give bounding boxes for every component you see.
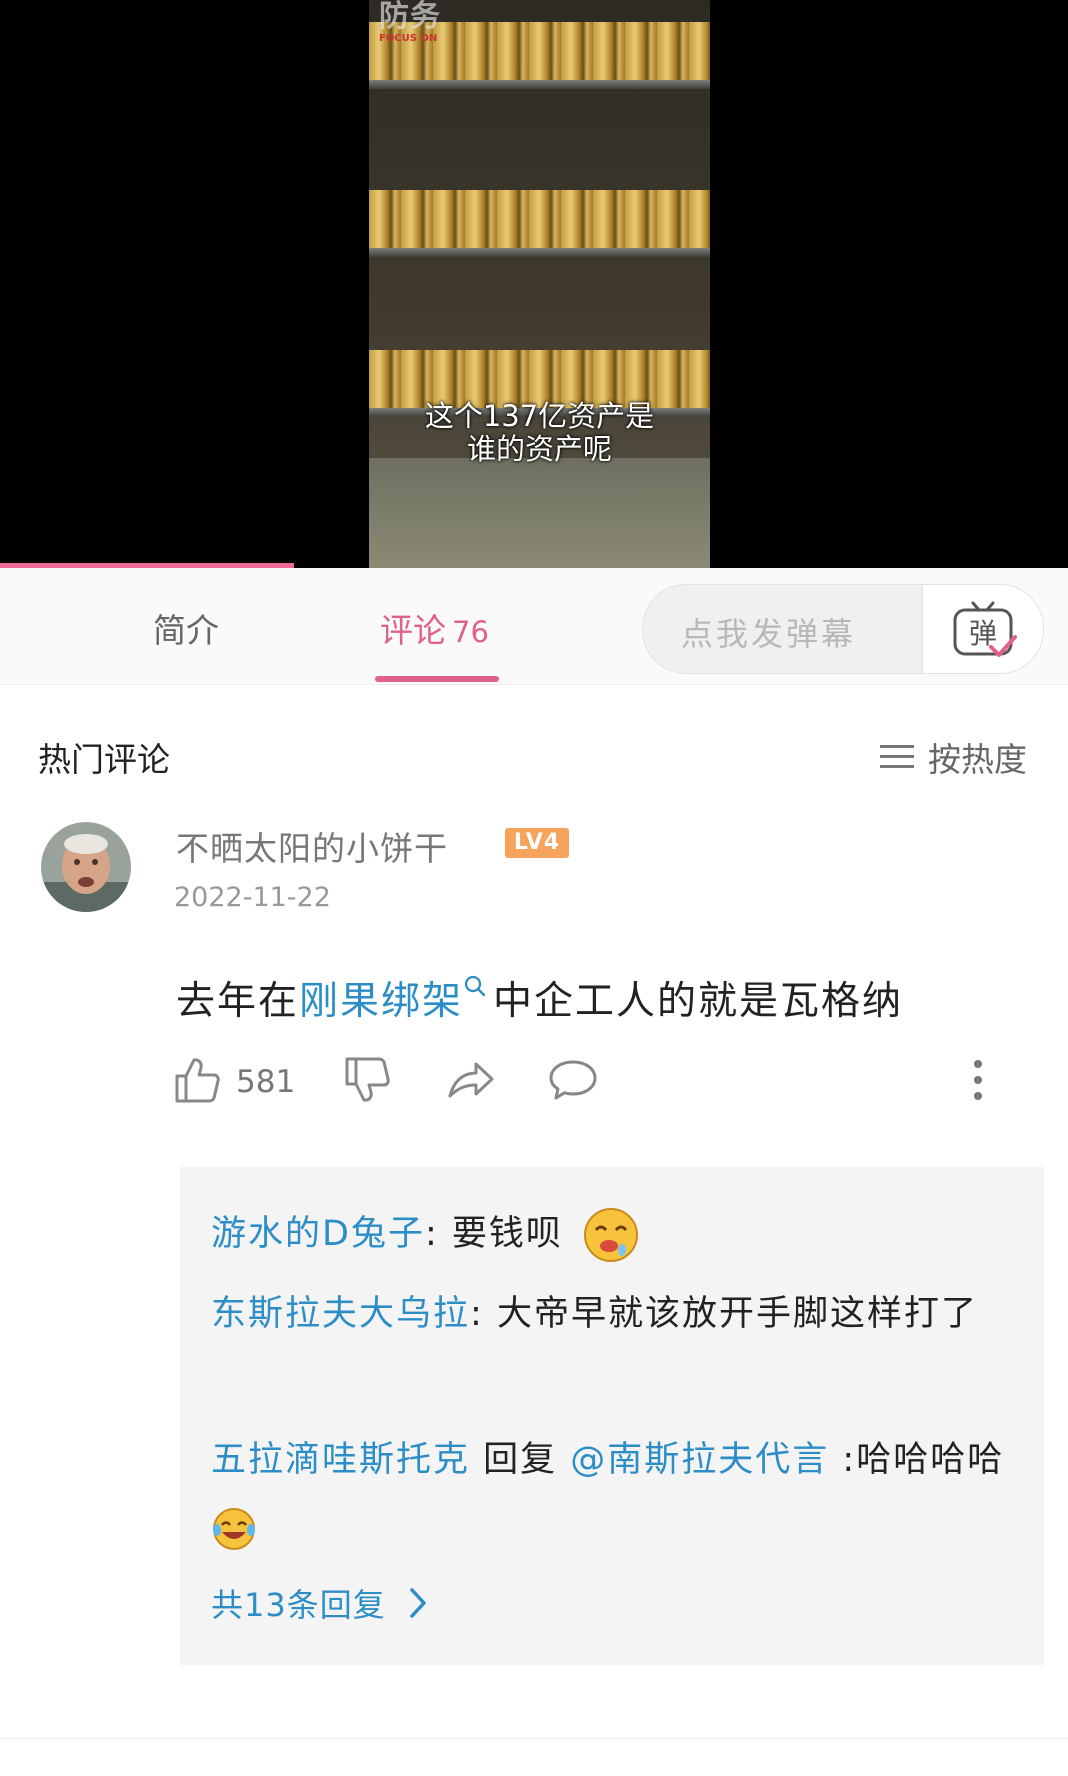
reply-item[interactable]: 东斯拉夫大乌拉: 大帝早就该放开手脚这样打了	[211, 1280, 1011, 1348]
more-options-icon[interactable]	[972, 1056, 984, 1104]
reply-text: 哈哈哈哈	[856, 1440, 1005, 1480]
comment-date: 2022-11-22	[174, 882, 331, 913]
reply-icon[interactable]	[548, 1056, 598, 1104]
share-icon[interactable]	[446, 1056, 496, 1104]
view-all-replies-link[interactable]: 共13条回复	[211, 1580, 430, 1626]
dislike-icon[interactable]	[344, 1056, 390, 1104]
video-subtitle: 这个137亿资产是 谁的资产呢	[369, 400, 710, 466]
danmaku-placeholder: 点我发弹幕	[681, 615, 857, 653]
danmaku-toggle-button[interactable]: 弹	[922, 585, 1043, 673]
subtitle-line-2: 谁的资产呢	[466, 432, 612, 466]
reply-mention[interactable]: @南斯拉夫代言	[570, 1440, 829, 1480]
drooling-face-emoji	[584, 1208, 639, 1262]
comment-text-after: 中企工人的就是瓦格纳	[493, 979, 904, 1024]
tab-comments[interactable]: 评论 76	[380, 604, 489, 652]
sort-button[interactable]: 按热度	[880, 733, 1027, 781]
avatar-image	[41, 822, 131, 912]
reply-item[interactable]: 五拉滴哇斯托克 回复 @南斯拉夫代言 :哈哈哈哈	[211, 1426, 1011, 1562]
section-title: 热门评论	[38, 740, 170, 779]
comment-text: 去年在刚果绑架 中企工人的就是瓦格纳	[176, 970, 903, 1026]
like-count: 581	[236, 1064, 296, 1100]
user-level-badge: LV4	[505, 828, 569, 858]
reply-author[interactable]: 五拉滴哇斯托克	[211, 1440, 470, 1480]
active-tab-indicator	[375, 676, 499, 682]
tab-comments-label: 评论	[380, 611, 446, 650]
comment-text-before: 去年在	[176, 979, 300, 1024]
gold-shelf	[369, 190, 710, 260]
like-icon[interactable]	[174, 1056, 220, 1104]
reply-separator: :	[829, 1440, 857, 1480]
reply-separator: :	[424, 1214, 452, 1254]
tab-intro[interactable]: 简介	[153, 604, 219, 652]
channel-watermark: 防务 FOCUS ON	[379, 2, 441, 44]
view-all-replies-label: 共13条回复	[211, 1586, 386, 1624]
list-sort-icon	[880, 742, 914, 772]
watermark-text: 防务	[379, 0, 441, 34]
reply-separator: :	[470, 1294, 497, 1334]
vault-floor	[369, 458, 710, 568]
avatar[interactable]	[41, 822, 131, 912]
reply-author[interactable]: 东斯拉夫大乌拉	[211, 1294, 470, 1334]
danmaku-input[interactable]: 点我发弹幕 弹	[642, 584, 1044, 674]
chevron-right-icon	[409, 1588, 426, 1618]
laughing-tears-emoji	[213, 1508, 255, 1550]
search-icon[interactable]	[463, 974, 487, 998]
danmaku-tv-icon: 弹	[953, 601, 1017, 657]
divider	[0, 1738, 1068, 1739]
reply-text: 大帝早就该放开手脚这样打了	[496, 1294, 978, 1334]
reply-item[interactable]: 游水的D兔子: 要钱呗	[211, 1200, 1011, 1268]
video-player[interactable]: 防务 FOCUS ON 这个137亿资产是 谁的资产呢	[0, 0, 1068, 568]
video-frame: 防务 FOCUS ON	[369, 0, 710, 568]
watermark-subtext: FOCUS ON	[379, 33, 438, 44]
reply-text: 要钱呗	[451, 1214, 563, 1254]
tab-comments-count: 76	[452, 615, 489, 649]
subtitle-line-1: 这个137亿资产是	[424, 399, 655, 433]
danmaku-glyph: 弹	[969, 617, 997, 650]
reply-word: 回复	[470, 1440, 571, 1480]
comment-username[interactable]: 不晒太阳的小饼干	[176, 822, 448, 870]
tab-bar: 简介 评论 76 点我发弹幕 弹	[0, 568, 1068, 685]
sort-label: 按热度	[928, 740, 1027, 779]
comment-search-link[interactable]: 刚果绑架	[299, 979, 463, 1024]
reply-author[interactable]: 游水的D兔子	[211, 1214, 425, 1254]
